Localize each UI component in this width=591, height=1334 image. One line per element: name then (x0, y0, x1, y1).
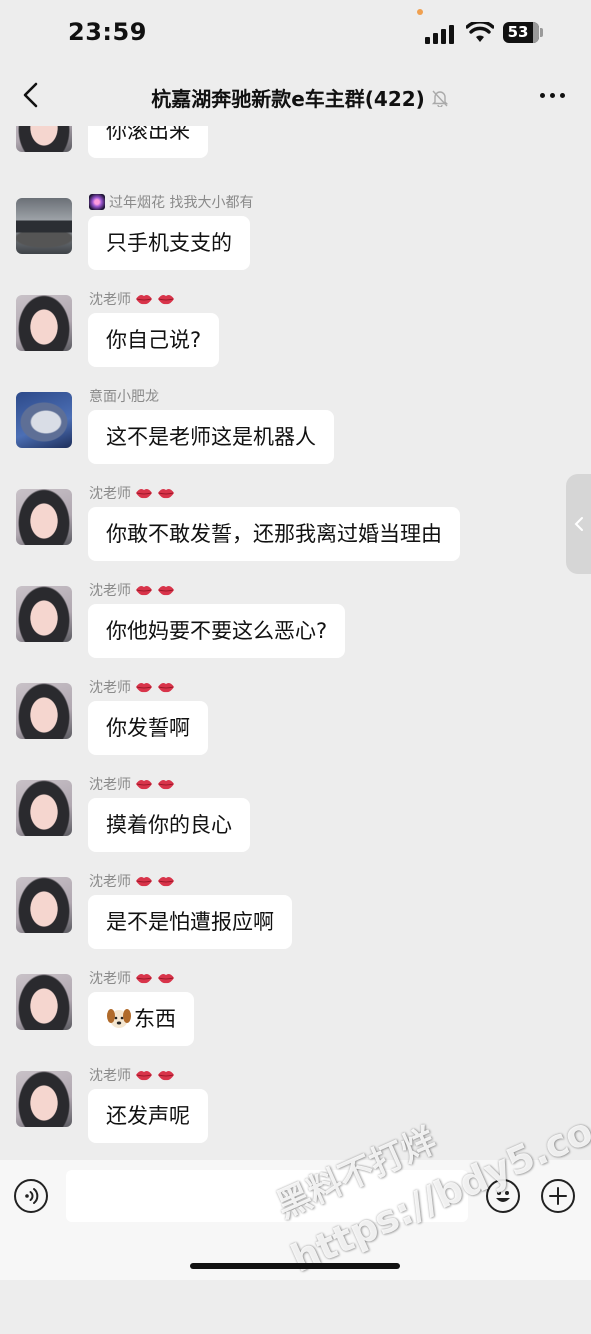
plus-icon (549, 1187, 567, 1205)
sender-name-row: 沈老师 (89, 871, 175, 891)
chat-title-container: 杭嘉湖奔驰新款e车主群(422) (110, 83, 490, 112)
cellular-signal-icon (425, 24, 457, 44)
sender-name: 沈老师 (89, 971, 131, 987)
avatar[interactable] (16, 392, 72, 448)
voice-icon (25, 1188, 39, 1204)
avatar[interactable] (16, 126, 72, 152)
message-bubble[interactable]: 这不是老师这是机器人 (88, 410, 334, 464)
home-indicator (190, 1263, 400, 1269)
avatar[interactable] (16, 683, 72, 739)
message-bubble[interactable]: 你他妈要不要这么恶心? (88, 604, 346, 658)
sender-name: 沈老师 (89, 777, 131, 793)
privacy-indicator-dot (417, 9, 423, 15)
smiley-icon (496, 1191, 510, 1202)
dog-face-emoji-icon (107, 1009, 131, 1028)
sender-name-row: 意面小肥龙 (89, 386, 159, 406)
lips-icon (158, 780, 174, 790)
message-bubble[interactable]: 你敢不敢发誓，还那我离过婚当理由 (88, 507, 460, 561)
lips-icon (158, 295, 174, 305)
message-bubble[interactable]: 你发誓啊 (88, 701, 208, 755)
more-functions-button[interactable] (541, 1179, 575, 1213)
sender-name: 沈老师 (89, 583, 131, 599)
avatar[interactable] (16, 198, 72, 254)
message-bubble[interactable]: 摸着你的良心 (88, 798, 250, 852)
lips-icon (158, 586, 174, 596)
sender-name-row: 沈老师 (89, 1065, 175, 1085)
chat-title: 杭嘉湖奔驰新款e车主群(422) (151, 87, 425, 111)
lips-icon (158, 489, 174, 499)
sender-name-row: 沈老师 (89, 968, 175, 988)
sender-name-row: 沈老师 (89, 677, 175, 697)
side-panel-handle[interactable] (566, 474, 591, 574)
message-bubble[interactable]: 你滚出来 (88, 126, 208, 158)
sender-name-row: 过年烟花 找我大小都有 (89, 192, 253, 212)
avatar[interactable] (16, 1071, 72, 1127)
message-bubble[interactable]: 是不是怕遭报应啊 (88, 895, 292, 949)
lips-icon (136, 1071, 152, 1081)
sender-name: 沈老师 (89, 1068, 131, 1084)
sender-name: 沈老师 (89, 680, 131, 696)
lips-icon (158, 974, 174, 984)
lips-icon (158, 877, 174, 887)
battery-cap (540, 28, 543, 37)
sender-name: 过年烟花 找我大小都有 (109, 195, 254, 211)
voice-input-button[interactable] (14, 1179, 48, 1213)
emoji-button[interactable] (486, 1179, 520, 1213)
more-options-icon[interactable] (540, 92, 566, 100)
message-bubble[interactable]: 只手机支支的 (88, 216, 250, 270)
message-bubble[interactable]: 还发声呢 (88, 1089, 208, 1143)
sender-name-row: 沈老师 (89, 580, 175, 600)
sender-name-row: 沈老师 (89, 289, 175, 309)
lips-icon (136, 974, 152, 984)
back-chevron-icon[interactable] (18, 80, 44, 110)
avatar[interactable] (16, 295, 72, 351)
input-bar (0, 1160, 591, 1280)
chat-header: 杭嘉湖奔驰新款e车主群(422) (0, 66, 591, 126)
lips-icon (136, 489, 152, 499)
sender-name: 沈老师 (89, 874, 131, 890)
message-bubble[interactable]: 你自己说? (88, 313, 220, 367)
chevron-left-icon (574, 517, 583, 531)
sender-name: 意面小肥龙 (89, 389, 159, 405)
avatar[interactable] (16, 780, 72, 836)
lips-icon (136, 295, 152, 305)
avatar[interactable] (16, 586, 72, 642)
lips-icon (158, 1071, 174, 1081)
avatar[interactable] (16, 877, 72, 933)
status-time: 23:59 (68, 18, 147, 46)
mute-bell-icon (431, 90, 448, 107)
message-text: 东西 (134, 1007, 176, 1031)
lips-icon (136, 877, 152, 887)
battery-icon: 53 (503, 22, 539, 43)
battery-level: 53 (507, 23, 529, 41)
sender-name: 沈老师 (89, 292, 131, 308)
lips-icon (158, 683, 174, 693)
firework-icon (89, 194, 105, 210)
avatar[interactable] (16, 489, 72, 545)
message-bubble[interactable]: 东西 (88, 992, 194, 1046)
lips-icon (136, 780, 152, 790)
message-list[interactable]: 你滚出来 过年烟花 找我大小都有 只手机支支的 沈老师 你自己说? 意面小肥龙 … (0, 126, 591, 1160)
lips-icon (136, 683, 152, 693)
lips-icon (136, 586, 152, 596)
avatar[interactable] (16, 974, 72, 1030)
wifi-icon (466, 22, 494, 42)
sender-name: 沈老师 (89, 486, 131, 502)
status-bar: 23:59 53 (0, 0, 591, 66)
sender-name-row: 沈老师 (89, 774, 175, 794)
sender-name-row: 沈老师 (89, 483, 175, 503)
message-input[interactable] (66, 1170, 468, 1222)
